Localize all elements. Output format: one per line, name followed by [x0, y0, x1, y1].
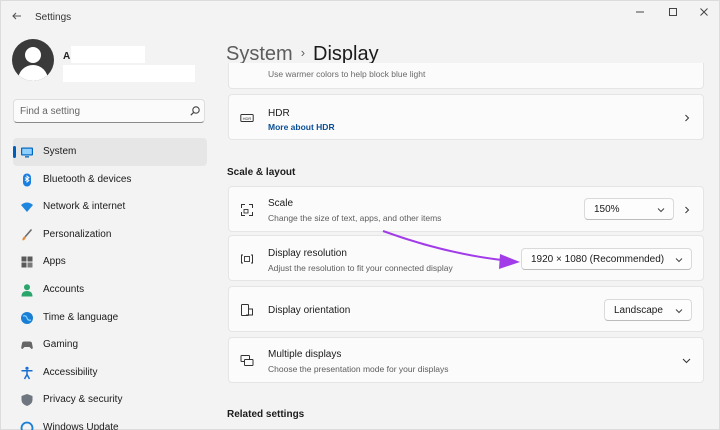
- display-resolution-dropdown[interactable]: 1920 × 1080 (Recommended): [521, 248, 692, 270]
- display-orientation-value: Landscape: [614, 305, 663, 316]
- sidebar-item-label: Gaming: [43, 339, 79, 351]
- sidebar-item-label: Bluetooth & devices: [43, 173, 132, 185]
- person-icon: [21, 284, 33, 297]
- scale-layout-heading: Scale & layout: [227, 167, 296, 178]
- sidebar-item-system[interactable]: System: [13, 138, 207, 166]
- more-about-hdr-link[interactable]: More about HDR: [268, 122, 335, 132]
- chevron-down-icon[interactable]: [682, 356, 691, 365]
- scale-subtitle: Change the size of text, apps, and other…: [268, 213, 442, 223]
- sidebar-item-time-language[interactable]: Time & language: [13, 304, 207, 332]
- sidebar-item-label: Windows Update: [43, 421, 119, 430]
- brush-icon: [22, 228, 33, 241]
- sidebar-item-label: Time & language: [43, 311, 119, 323]
- related-settings-heading: Related settings: [227, 409, 305, 420]
- multiple-displays-card[interactable]: Multiple displays Choose the presentatio…: [228, 337, 704, 383]
- orientation-icon: [241, 304, 253, 316]
- back-arrow-icon[interactable]: [9, 10, 25, 26]
- sidebar-item-personalization[interactable]: Personalization: [13, 221, 207, 249]
- gamepad-icon: [21, 341, 33, 350]
- search-input[interactable]: [20, 104, 180, 119]
- breadcrumb-separator: ›: [300, 45, 306, 60]
- display-orientation-title: Display orientation: [268, 305, 351, 316]
- sidebar-item-label: Accounts: [43, 283, 85, 295]
- sidebar-item-label: Accessibility: [43, 366, 98, 378]
- scale-icon: [241, 204, 253, 216]
- close-icon[interactable]: [689, 5, 719, 23]
- night-light-description: Use warmer colors to help block blue lig…: [268, 69, 426, 79]
- settings-window: Settings A System: [0, 0, 720, 430]
- multiple-displays-subtitle: Choose the presentation mode for your di…: [268, 364, 449, 374]
- display-orientation-dropdown[interactable]: Landscape: [604, 299, 692, 321]
- app-title: Settings: [35, 12, 72, 23]
- sidebar-item-label: Privacy & security: [43, 394, 123, 406]
- sidebar-item-network[interactable]: Network & internet: [13, 193, 207, 221]
- hdr-card[interactable]: HDR HDR More about HDR: [228, 94, 704, 140]
- sidebar-item-windows-update[interactable]: Windows Update: [13, 414, 207, 430]
- sidebar-item-label: System: [43, 146, 77, 157]
- chevron-right-icon: [685, 114, 690, 122]
- scale-dropdown[interactable]: 150%: [584, 198, 674, 220]
- shield-icon: [21, 394, 33, 407]
- page-title: Display: [313, 43, 379, 65]
- breadcrumb-parent[interactable]: System: [226, 43, 293, 65]
- scale-title: Scale: [268, 198, 294, 209]
- redacted-name-block: [71, 46, 145, 63]
- user-avatar-icon[interactable]: [12, 39, 54, 81]
- scale-dropdown-value: 150%: [594, 204, 620, 215]
- sidebar-item-apps[interactable]: Apps: [13, 248, 207, 276]
- multiple-displays-icon: [240, 355, 254, 366]
- sidebar-item-label: Personalization: [43, 228, 112, 240]
- hdr-icon: HDR: [240, 114, 254, 122]
- display-resolution-title: Display resolution: [268, 248, 347, 259]
- sidebar-item-bluetooth[interactable]: Bluetooth & devices: [13, 166, 207, 194]
- sidebar-item-accounts[interactable]: Accounts: [13, 276, 207, 304]
- redacted-email-block: [63, 65, 195, 82]
- display-resolution-value: 1920 × 1080 (Recommended): [531, 254, 665, 265]
- sidebar-item-privacy[interactable]: Privacy & security: [13, 386, 207, 414]
- chevron-down-icon: [657, 208, 665, 213]
- apps-icon: [21, 256, 33, 268]
- sidebar-item-label: Apps: [43, 256, 66, 268]
- sidebar-item-label: Network & internet: [43, 201, 126, 213]
- sidebar-nav: System Bluetooth & devices Network & int…: [13, 138, 207, 430]
- monitor-icon: [21, 147, 33, 158]
- title-bar: Settings: [1, 1, 720, 35]
- chevron-down-icon: [675, 258, 683, 263]
- chevron-right-icon: [685, 206, 690, 214]
- chevron-down-icon: [675, 309, 683, 314]
- wifi-icon: [21, 202, 33, 213]
- resolution-icon: [241, 254, 253, 264]
- avatar-head: [25, 47, 41, 63]
- sidebar-item-accessibility[interactable]: Accessibility: [13, 359, 207, 387]
- svg-text:HDR: HDR: [243, 116, 252, 121]
- search-box[interactable]: [13, 99, 205, 123]
- maximize-icon[interactable]: [658, 5, 688, 23]
- annotation-arrow: [382, 230, 520, 269]
- bluetooth-icon: [23, 173, 31, 187]
- minimize-icon[interactable]: [625, 5, 655, 23]
- display-orientation-card: Display orientation Landscape: [228, 286, 704, 332]
- avatar-body: [18, 65, 48, 81]
- user-name: A: [63, 51, 71, 62]
- night-light-card[interactable]: Use warmer colors to help block blue lig…: [228, 63, 704, 89]
- globe-clock-icon: [21, 311, 33, 324]
- multiple-displays-title: Multiple displays: [268, 349, 342, 360]
- hdr-title: HDR: [268, 108, 290, 119]
- sidebar-item-gaming[interactable]: Gaming: [13, 331, 207, 359]
- scale-card[interactable]: Scale Change the size of text, apps, and…: [228, 186, 704, 232]
- accessibility-icon: [21, 366, 33, 380]
- search-icon[interactable]: [189, 105, 201, 117]
- update-icon: [20, 421, 34, 430]
